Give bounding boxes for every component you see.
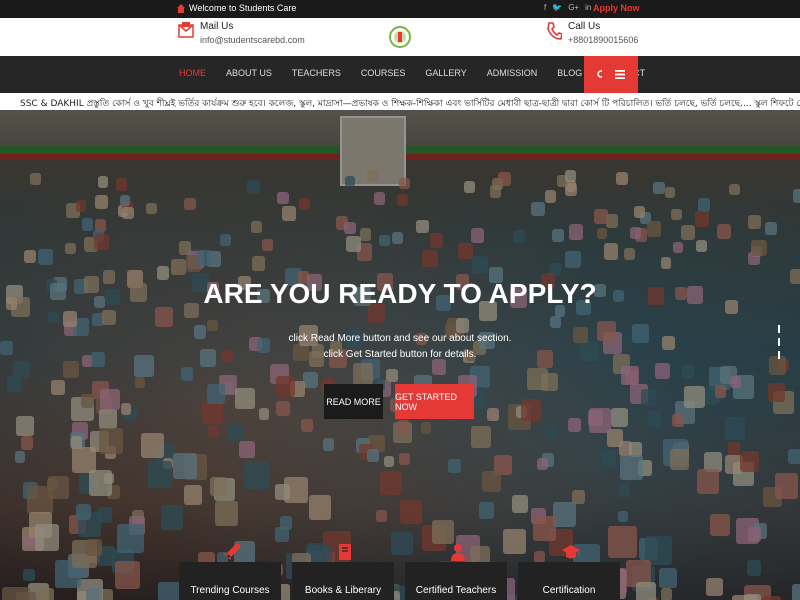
mail-value[interactable]: info@studentscarebd.com bbox=[200, 34, 305, 47]
call-block: Call Us +8801890015606 bbox=[546, 21, 638, 47]
feature-label: Certification bbox=[542, 585, 596, 596]
rocket-icon bbox=[224, 544, 240, 560]
call-title: Call Us bbox=[568, 21, 601, 32]
nav-item-home[interactable]: HOME bbox=[179, 68, 206, 78]
main-navbar: HOME ABOUT US TEACHERS COURSES GALLERY A… bbox=[0, 56, 800, 93]
nav-item-courses[interactable]: COURSES bbox=[361, 68, 406, 78]
hero-subtitle-line1: click Read More button and see our about… bbox=[288, 333, 512, 344]
apply-now-link[interactable]: Apply Now bbox=[593, 3, 640, 13]
feature-certified-teachers[interactable]: Certified Teachers bbox=[405, 544, 507, 600]
feature-certification[interactable]: Certification bbox=[518, 545, 620, 600]
book-icon bbox=[339, 544, 351, 560]
get-started-button[interactable]: GET STARTED NOW bbox=[395, 384, 474, 419]
hero-title: ARE YOU READY TO APPLY? bbox=[203, 278, 597, 309]
feature-label: Trending Courses bbox=[190, 585, 270, 596]
facebook-icon[interactable]: f bbox=[544, 3, 546, 12]
hero-subtitle-line2: click Get Started button for details. bbox=[323, 349, 477, 360]
contact-bar: Mail Us info@studentscarebd.com Call Us … bbox=[0, 18, 800, 56]
menu-button[interactable] bbox=[602, 56, 638, 93]
social-links: f 🐦 G+ in bbox=[544, 3, 591, 12]
hamburger-icon bbox=[615, 70, 625, 79]
feature-trending-courses[interactable]: Trending Courses bbox=[179, 544, 281, 600]
nav-item-blog[interactable]: BLOG bbox=[557, 68, 582, 78]
mail-title: Mail Us bbox=[200, 21, 234, 32]
google-plus-icon[interactable]: G+ bbox=[568, 3, 579, 12]
linkedin-icon[interactable]: in bbox=[585, 3, 591, 12]
graduation-cap-icon bbox=[562, 545, 580, 559]
top-bar: Welcome to Students Care f 🐦 G+ in Apply… bbox=[0, 0, 800, 18]
news-ticker: SSC & DAKHIL প্রস্তুতি কোর্স ও খুব শীঘ্র… bbox=[0, 93, 800, 110]
teacher-icon bbox=[451, 544, 465, 561]
site-logo[interactable] bbox=[389, 24, 411, 50]
nav-item-about-us[interactable]: ABOUT US bbox=[226, 68, 272, 78]
welcome-text: Welcome to Students Care bbox=[177, 3, 296, 13]
feature-label: Certified Teachers bbox=[415, 585, 497, 596]
phone-icon bbox=[547, 22, 562, 40]
ticker-text: SSC & DAKHIL প্রস্তুতি কোর্স ও খুব শীঘ্র… bbox=[20, 99, 800, 109]
feature-books-library[interactable]: Books & Liberary bbox=[292, 544, 394, 600]
feature-label: Books & Liberary bbox=[304, 585, 382, 596]
nav-item-teachers[interactable]: TEACHERS bbox=[292, 68, 341, 78]
mail-block: Mail Us info@studentscarebd.com bbox=[178, 21, 305, 47]
call-value[interactable]: +8801890015606 bbox=[568, 34, 638, 47]
slider-indicator[interactable] bbox=[778, 325, 781, 364]
welcome-label: Welcome to Students Care bbox=[189, 3, 297, 13]
mail-icon bbox=[178, 22, 194, 38]
nav-item-admission[interactable]: ADMISSION bbox=[487, 68, 538, 78]
read-more-button[interactable]: READ MORE bbox=[324, 384, 383, 419]
nav-item-gallery[interactable]: GALLERY bbox=[425, 68, 466, 78]
home-icon bbox=[177, 3, 185, 13]
twitter-icon[interactable]: 🐦 bbox=[552, 3, 562, 12]
